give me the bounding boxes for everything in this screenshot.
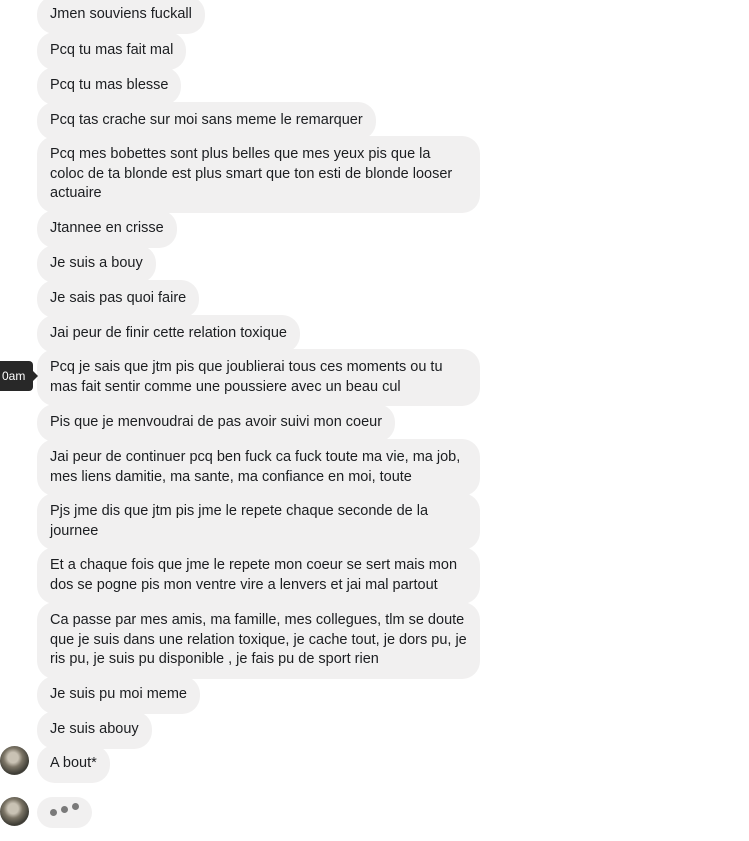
message-bubble[interactable]: Je suis a bouy [37, 245, 156, 283]
message-bubble[interactable]: Pcq tas crache sur moi sans meme le rema… [37, 102, 376, 140]
message-bubble[interactable]: Pjs jme dis que jtm pis jme le repete ch… [37, 493, 480, 550]
message-bubble[interactable]: Pis que je menvoudrai de pas avoir suivi… [37, 404, 396, 442]
avatar[interactable] [0, 746, 29, 775]
message-bubble[interactable]: Je sais pas quoi faire [37, 280, 200, 318]
message-bubble[interactable]: Je suis abouy [37, 711, 152, 749]
message-bubble[interactable]: Pcq tu mas blesse [37, 67, 182, 105]
typing-indicator [37, 797, 92, 828]
message-bubble[interactable]: Je suis pu moi meme [37, 676, 200, 714]
message-bubble[interactable]: Pcq je sais que jtm pis que joublierai t… [37, 349, 480, 406]
message-bubble[interactable]: Jai peur de finir cette relation toxique [37, 315, 300, 353]
message-bubble[interactable]: Jmen souviens fuckall [37, 0, 205, 34]
typing-dot [50, 809, 57, 816]
message-bubble[interactable]: Jai peur de continuer pcq ben fuck ca fu… [37, 439, 480, 496]
message-bubble[interactable]: Jtannee en crisse [37, 210, 177, 248]
timestamp-tooltip: 0am [0, 361, 39, 391]
message-bubble[interactable]: Pcq mes bobettes sont plus belles que me… [37, 136, 480, 213]
message-bubble[interactable]: Ca passe par mes amis, ma famille, mes c… [37, 602, 480, 679]
typing-dot [72, 803, 79, 810]
message-bubble[interactable]: Et a chaque fois que jme le repete mon c… [37, 547, 480, 604]
typing-dot [61, 806, 68, 813]
avatar[interactable] [0, 797, 29, 826]
message-bubble[interactable]: A bout* [37, 745, 110, 783]
message-bubble[interactable]: Pcq tu mas fait mal [37, 32, 187, 70]
